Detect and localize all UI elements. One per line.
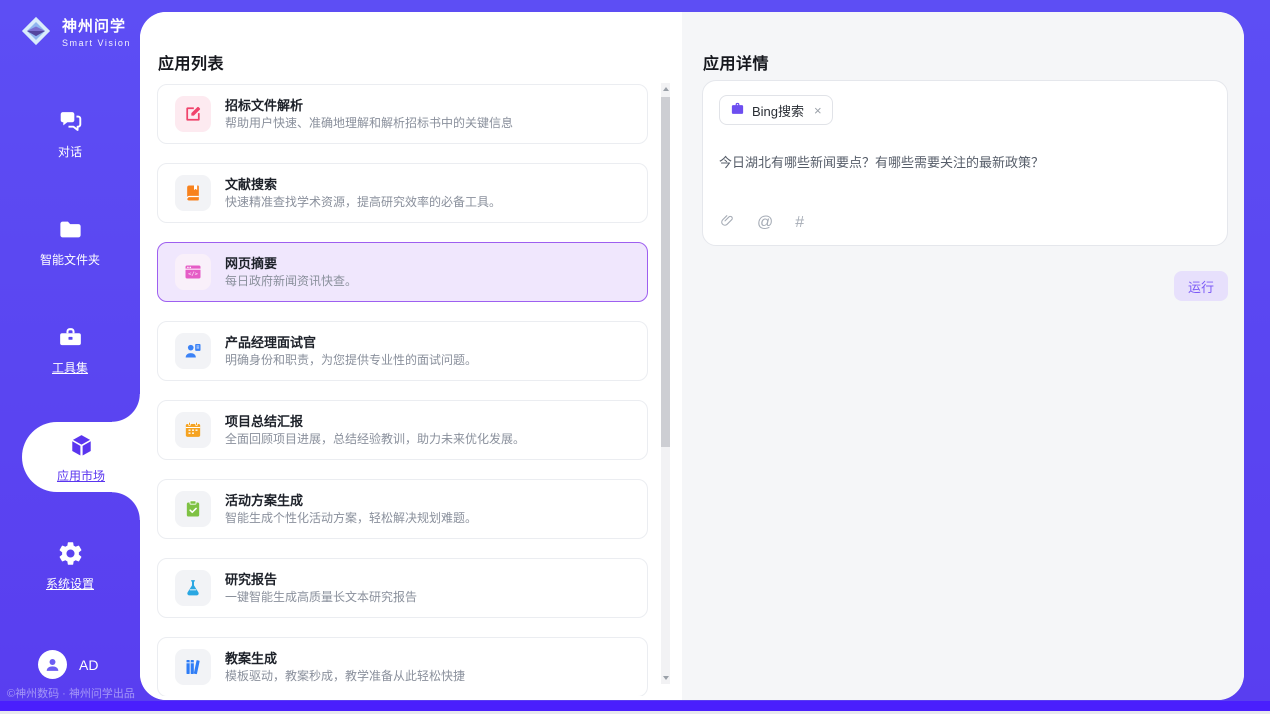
brand-logo: 神州问学 Smart Vision [18, 13, 131, 49]
main-content: 应用列表 招标文件解析 帮助用户快速、准确地理解和解析招标书中的关键信息 文献搜… [140, 12, 1244, 700]
sidebar-nav: 对话 智能文件夹 工具集 应用市场 系统设置 [0, 98, 140, 638]
app-description: 快速精准查找学术资源，提高研究效率的必备工具。 [225, 196, 501, 208]
scrollbar[interactable] [661, 83, 670, 684]
app-description: 一键智能生成高质量长文本研究报告 [225, 591, 417, 603]
scrollbar-thumb[interactable] [661, 97, 670, 447]
app-list-panel: 应用列表 招标文件解析 帮助用户快速、准确地理解和解析招标书中的关键信息 文献搜… [140, 12, 682, 700]
app-name: 网页摘要 [225, 257, 357, 270]
app-description: 模板驱动，教案秒成，教学准备从此轻松快捷 [225, 670, 465, 682]
app-list-title: 应用列表 [158, 50, 224, 74]
user-chip[interactable]: AD [38, 650, 98, 679]
sidebar-item-gear[interactable]: 系统设置 [0, 530, 140, 600]
app-description: 全面回顾项目进展，总结经验教训，助力未来优化发展。 [225, 433, 525, 445]
sidebar-item-folder[interactable]: 智能文件夹 [0, 206, 140, 276]
brand-subtitle: Smart Vision [62, 38, 131, 48]
toolbox-icon [57, 324, 84, 354]
list-item[interactable]: 文献搜索 快速精准查找学术资源，提高研究效率的必备工具。 [157, 163, 648, 223]
brand-name: 神州问学 [62, 15, 131, 36]
sidebar-item-toolbox[interactable]: 工具集 [0, 314, 140, 384]
tool-tag-label: Bing搜索 [752, 101, 804, 120]
scroll-up-arrow[interactable] [661, 83, 670, 95]
chat-icon [57, 108, 84, 138]
copyright: ©神州数码 · 神州问学出品 [7, 685, 157, 701]
prompt-card[interactable]: Bing搜索 × 今日湖北有哪些新闻要点？有哪些需要关注的最新政策？ @# [702, 80, 1228, 246]
list-item[interactable]: 活动方案生成 智能生成个性化活动方案，轻松解决规划难题。 [157, 479, 648, 539]
hash-icon[interactable]: # [795, 215, 804, 231]
svg-text:</>: </> [188, 272, 199, 278]
cube-icon [68, 432, 95, 462]
paperclip-icon[interactable] [720, 212, 735, 233]
sidebar-item-chat[interactable]: 对话 [0, 98, 140, 168]
gear-icon [57, 540, 84, 570]
scroll-down-arrow[interactable] [661, 672, 670, 684]
browser-code-icon: </> [175, 254, 211, 290]
edit-square-icon [175, 96, 211, 132]
query-text[interactable]: 今日湖北有哪些新闻要点？有哪些需要关注的最新政策？ [719, 152, 1211, 171]
app-name: 产品经理面试官 [225, 336, 477, 349]
app-name: 项目总结汇报 [225, 415, 525, 428]
app-list: 招标文件解析 帮助用户快速、准确地理解和解析招标书中的关键信息 文献搜索 快速精… [157, 84, 648, 696]
app-name: 文献搜索 [225, 178, 501, 191]
user-initials: AD [79, 657, 98, 673]
list-item[interactable]: 项目总结汇报 全面回顾项目进展，总结经验教训，助力未来优化发展。 [157, 400, 648, 460]
calendar-icon [175, 412, 211, 448]
close-icon[interactable]: × [814, 103, 822, 118]
folder-icon [57, 216, 84, 246]
app-window: 神州问学 Smart Vision 对话 智能文件夹 工具集 应用市场 系统设置… [0, 0, 1270, 714]
books-icon [175, 649, 211, 685]
sidebar: 神州问学 Smart Vision 对话 智能文件夹 工具集 应用市场 系统设置… [0, 0, 140, 711]
app-name: 招标文件解析 [225, 99, 513, 112]
app-name: 研究报告 [225, 573, 417, 586]
list-item-selected[interactable]: </> 网页摘要 每日政府新闻资讯快查。 [157, 242, 648, 302]
list-item[interactable]: 研究报告 一键智能生成高质量长文本研究报告 [157, 558, 648, 618]
app-detail-panel: 应用详情 Bing搜索 × 今日湖北有哪些新闻要点？有哪些需要关注的最新政策？ … [682, 12, 1244, 700]
tool-tag-bing-search[interactable]: Bing搜索 × [719, 95, 833, 125]
input-toolbar: @# [720, 212, 804, 233]
app-name: 活动方案生成 [225, 494, 477, 507]
clipboard-check-icon [175, 491, 211, 527]
run-button[interactable]: 运行 [1174, 271, 1228, 301]
avatar [38, 650, 67, 679]
list-item[interactable]: 招标文件解析 帮助用户快速、准确地理解和解析招标书中的关键信息 [157, 84, 648, 144]
bottom-accent-bar [0, 701, 1270, 711]
list-item[interactable]: 产品经理面试官 明确身份和职责，为您提供专业性的面试问题。 [157, 321, 648, 381]
sidebar-item-cube[interactable]: 应用市场 [22, 422, 140, 492]
list-item[interactable]: 教案生成 模板驱动，教案秒成，教学准备从此轻松快捷 [157, 637, 648, 696]
app-detail-title: 应用详情 [703, 50, 769, 74]
app-name: 教案生成 [225, 652, 465, 665]
flask-icon [175, 570, 211, 606]
brand-diamond-icon [18, 13, 54, 49]
app-description: 明确身份和职责，为您提供专业性的面试问题。 [225, 354, 477, 366]
book-icon [175, 175, 211, 211]
app-description: 帮助用户快速、准确地理解和解析招标书中的关键信息 [225, 117, 513, 129]
interviewer-icon [175, 333, 211, 369]
app-description: 智能生成个性化活动方案，轻松解决规划难题。 [225, 512, 477, 524]
app-description: 每日政府新闻资讯快查。 [225, 275, 357, 287]
at-icon[interactable]: @ [757, 215, 773, 231]
briefcase-icon [730, 101, 745, 119]
